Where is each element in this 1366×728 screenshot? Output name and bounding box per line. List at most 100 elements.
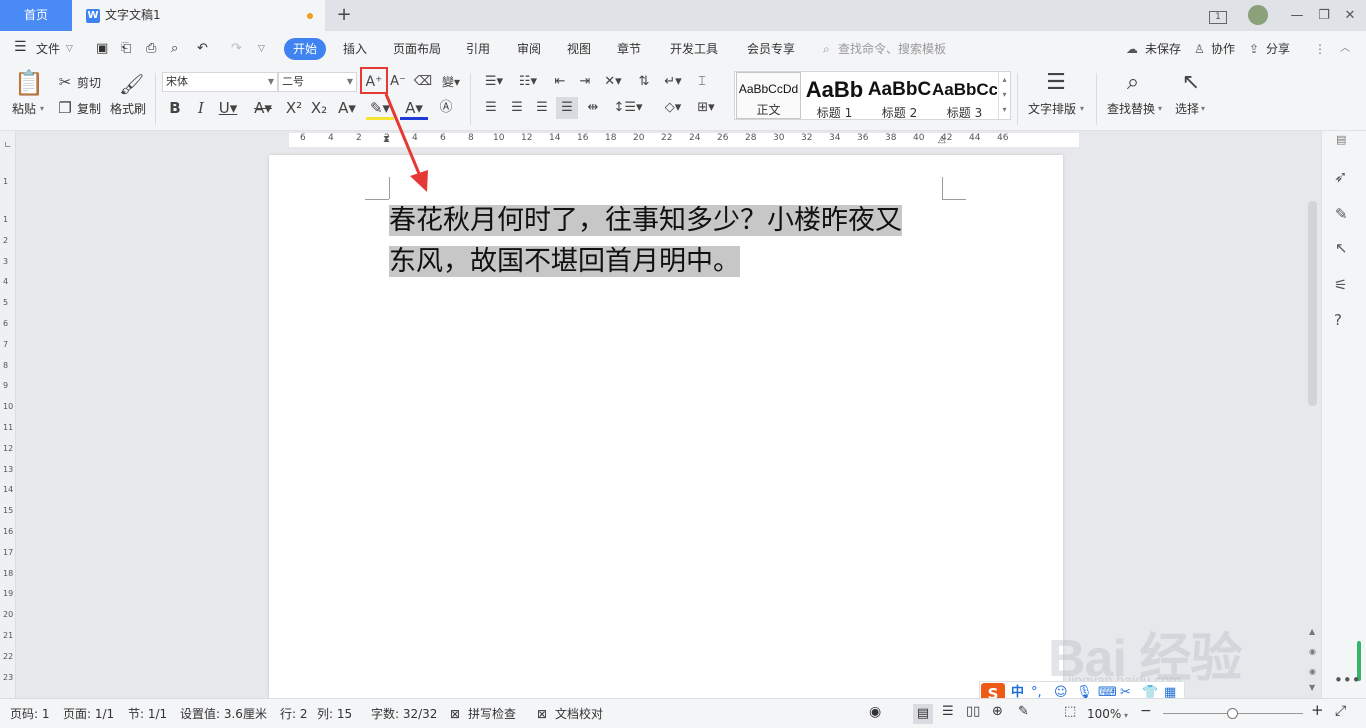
align-center-icon[interactable]: ☰ — [507, 99, 527, 117]
cut-button[interactable]: 剪切 — [77, 75, 101, 91]
phonetic-guide-icon[interactable]: 變▾ — [438, 73, 464, 91]
vertical-scrollbar[interactable]: ▲ ◉ ◉ ▼ — [1305, 131, 1321, 698]
eye-protection-icon[interactable]: ◉ — [869, 705, 881, 719]
settings-sliders-icon[interactable]: ⚟ — [1334, 276, 1347, 294]
line-break-icon[interactable]: ↵▾ — [660, 73, 686, 91]
minimize-button[interactable]: — — [1286, 0, 1308, 31]
cut-icon[interactable]: ✂ — [56, 73, 74, 91]
font-name-select[interactable]: 宋体 ▼ — [162, 72, 278, 92]
borders-icon[interactable]: ⊞▾ — [692, 99, 720, 117]
fullscreen-icon[interactable]: ⤢ — [1335, 704, 1346, 718]
show-marks-icon[interactable]: ⌶ — [692, 73, 712, 91]
numbered-list-icon[interactable]: ☷▾ — [515, 73, 541, 91]
zoom-slider-handle[interactable] — [1227, 708, 1238, 719]
tab-view[interactable]: 视图 — [567, 40, 591, 58]
scroll-down-icon[interactable]: ▼ — [1309, 683, 1315, 692]
style-heading-1[interactable]: AaBb 标题 1 — [802, 72, 867, 120]
copy-icon[interactable]: ❐ — [56, 99, 74, 117]
more-options-icon[interactable]: ⋮ — [1314, 40, 1326, 58]
share-button[interactable]: 分享 — [1266, 40, 1290, 58]
command-search-input[interactable]: 查找命令、搜索模板 — [838, 40, 946, 58]
italic-icon[interactable]: I — [192, 99, 210, 117]
rocket-icon[interactable]: ➶ — [1334, 167, 1347, 186]
format-painter-icon[interactable]: 🖌 — [119, 71, 144, 97]
styles-scroll-icon[interactable]: ▴ ▾ ▾ — [998, 72, 1010, 119]
style-normal[interactable]: AaBbCcDd 正文 — [736, 72, 801, 119]
status-page-number[interactable]: 页码: 1 — [10, 707, 50, 721]
print-icon[interactable]: ⎙ — [146, 40, 156, 58]
tab-stop-icon[interactable]: ∟ — [4, 141, 12, 151]
spell-check-icon[interactable]: ⊠ — [450, 707, 460, 721]
web-view-icon[interactable]: ⊕ — [992, 705, 1003, 719]
export-pdf-icon[interactable]: ⎗ — [121, 40, 131, 58]
hamburger-icon[interactable]: ☰ — [14, 38, 27, 56]
tab-chapter[interactable]: 章节 — [617, 40, 641, 58]
next-page-icon[interactable]: ◉ — [1309, 667, 1316, 676]
prev-page-icon[interactable]: ◉ — [1309, 647, 1316, 656]
shading-icon[interactable]: ◇▾ — [659, 99, 687, 117]
distribute-icon[interactable]: ⇹ — [583, 99, 603, 117]
style-heading-3[interactable]: AaBbCc 标题 3 — [932, 72, 997, 120]
outline-view-icon[interactable]: ☰ — [942, 705, 954, 719]
collapse-ribbon-icon[interactable]: ︿ — [1340, 40, 1350, 58]
page-view-icon[interactable]: ▤ — [913, 704, 933, 724]
write-view-icon[interactable]: ✎ — [1018, 705, 1029, 719]
close-button[interactable]: ✕ — [1339, 0, 1361, 31]
bullet-list-icon[interactable]: ☰▾ — [481, 73, 507, 91]
proofread-icon[interactable]: ⊠ — [537, 707, 547, 721]
sort-icon[interactable]: ⇅ — [634, 73, 654, 91]
zoom-level[interactable]: 100% — [1087, 707, 1121, 721]
justify-icon[interactable]: ☰ — [556, 97, 578, 119]
fit-page-icon[interactable]: ⬚ — [1064, 705, 1076, 719]
status-word-count[interactable]: 字数: 32/32 — [371, 707, 437, 721]
paste-button[interactable]: 粘贴 — [12, 101, 36, 117]
tab-references[interactable]: 引用 — [466, 40, 490, 58]
save-icon[interactable]: ▣ — [96, 40, 108, 58]
tab-document[interactable]: W 文字文稿1 — [72, 0, 325, 31]
find-replace-button[interactable]: 查找替换 — [1107, 101, 1155, 117]
style-heading-2[interactable]: AaBbC 标题 2 — [867, 72, 932, 120]
tab-review[interactable]: 审阅 — [517, 40, 541, 58]
decrease-indent-icon[interactable]: ⇤ — [550, 73, 570, 91]
bold-icon[interactable]: B — [166, 99, 184, 117]
text-layout-button[interactable]: 文字排版 — [1028, 101, 1076, 117]
superscript-icon[interactable]: X² — [283, 99, 305, 117]
zoom-dropdown-icon[interactable]: ▾ — [1124, 709, 1128, 723]
status-row[interactable]: 行: 2 — [280, 707, 308, 721]
clear-format-icon[interactable]: ⌫ — [413, 73, 433, 91]
align-right-icon[interactable]: ☰ — [532, 99, 552, 117]
strikethrough-icon[interactable]: A▾ — [250, 99, 276, 117]
tab-start[interactable]: 开始 — [284, 38, 326, 60]
shrink-font-icon[interactable]: A⁻ — [388, 73, 408, 91]
align-left-icon[interactable]: ☰ — [481, 99, 501, 117]
increase-indent-icon[interactable]: ⇥ — [575, 73, 595, 91]
document-paragraph[interactable]: 春花秋月何时了，往事知多少？小楼昨夜又 东风，故国不堪回首月明中。 — [389, 200, 949, 282]
menu-file[interactable]: 文件 — [36, 40, 60, 58]
status-pages[interactable]: 页面: 1/1 — [63, 707, 114, 721]
cursor-icon[interactable]: ↖ — [1335, 239, 1348, 257]
paste-icon[interactable]: 📋 — [14, 69, 44, 97]
font-size-select[interactable]: 二号 ▼ — [278, 72, 357, 92]
text-effect-icon[interactable]: A▾ — [334, 99, 360, 117]
avatar[interactable] — [1247, 0, 1269, 31]
undo-icon[interactable]: ↶ — [197, 40, 208, 58]
line-spacing-icon[interactable]: ↕☰▾ — [613, 99, 643, 117]
zoom-out-button[interactable]: − — [1140, 704, 1152, 718]
quick-access-more-icon[interactable]: ▽ — [258, 40, 265, 58]
help-icon[interactable]: ? — [1334, 311, 1342, 329]
scroll-up-icon[interactable]: ▲ — [1309, 627, 1315, 636]
unsaved-button[interactable]: 未保存 — [1145, 40, 1181, 58]
tab-home[interactable]: 首页 — [0, 0, 72, 31]
page-count-icon[interactable]: 1 — [1207, 0, 1229, 31]
selected-text-line-1[interactable]: 春花秋月何时了，往事知多少？小楼昨夜又 — [389, 205, 902, 236]
edit-pen-icon[interactable]: ✎ — [1335, 205, 1348, 223]
selected-text-line-2[interactable]: 东风，故国不堪回首月明中。 — [389, 246, 740, 277]
chevron-down-icon[interactable]: ▽ — [66, 40, 73, 58]
tab-developer[interactable]: 开发工具 — [670, 40, 718, 58]
print-preview-icon[interactable]: ⌕ — [171, 40, 178, 58]
zoom-in-button[interactable]: + — [1311, 703, 1324, 718]
underline-icon[interactable]: U▾ — [215, 99, 241, 117]
tab-insert[interactable]: 插入 — [343, 40, 367, 58]
tab-page-layout[interactable]: 页面布局 — [393, 40, 441, 58]
chinese-layout-icon[interactable]: ✕▾ — [600, 73, 626, 91]
